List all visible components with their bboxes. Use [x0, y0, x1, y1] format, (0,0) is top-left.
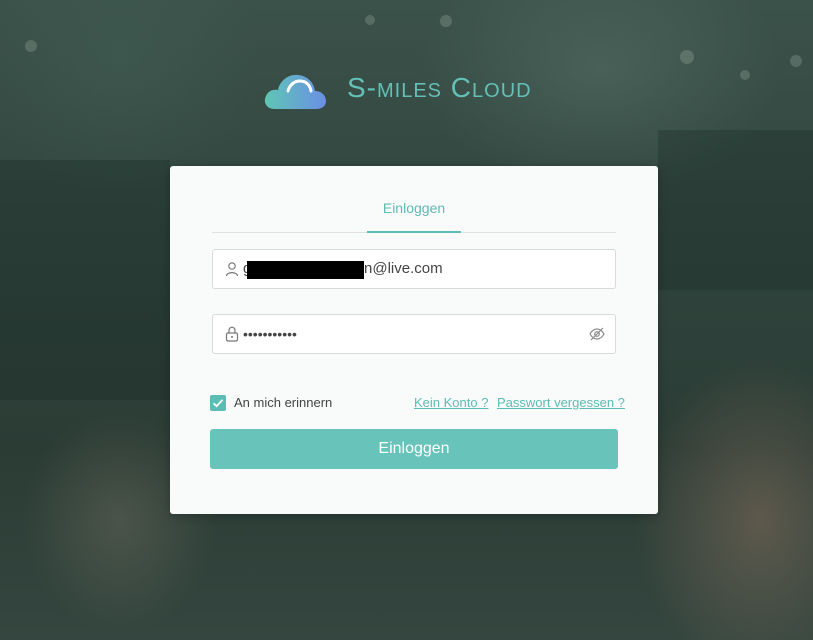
brand-logo: S-miles Cloud	[263, 68, 531, 112]
forgot-password-link[interactable]: Passwort vergessen ?	[497, 395, 625, 411]
brand-name: S-miles Cloud	[347, 72, 532, 103]
login-button[interactable]: Einloggen	[210, 429, 618, 469]
lock-icon	[225, 326, 239, 342]
background-shadow	[0, 160, 170, 400]
login-card: Einloggen g n@live.com ••••••••••• An mi…	[170, 166, 658, 514]
remember-checkbox[interactable]	[210, 395, 226, 411]
tab-bar: Einloggen	[212, 190, 616, 233]
email-value-suffix: n@live.com	[364, 260, 443, 277]
eye-off-icon[interactable]	[589, 326, 605, 342]
user-icon	[225, 262, 239, 277]
bokeh-light	[740, 70, 750, 80]
password-value: •••••••••••	[243, 326, 297, 342]
background-shadow	[658, 130, 813, 290]
bokeh-light	[790, 55, 802, 67]
bokeh-light	[365, 15, 375, 25]
bokeh-light	[440, 15, 452, 27]
password-field[interactable]: •••••••••••	[212, 314, 616, 354]
register-link[interactable]: Kein Konto ?	[414, 395, 488, 411]
checkmark-icon	[212, 399, 224, 408]
remember-label: An mich erinnern	[234, 395, 333, 410]
email-field[interactable]: g n@live.com	[212, 249, 616, 289]
bokeh-light	[25, 40, 37, 52]
cloud-icon	[264, 74, 326, 109]
tab-login[interactable]: Einloggen	[367, 190, 461, 233]
bokeh-light	[680, 50, 694, 64]
redaction-bar	[247, 261, 364, 279]
